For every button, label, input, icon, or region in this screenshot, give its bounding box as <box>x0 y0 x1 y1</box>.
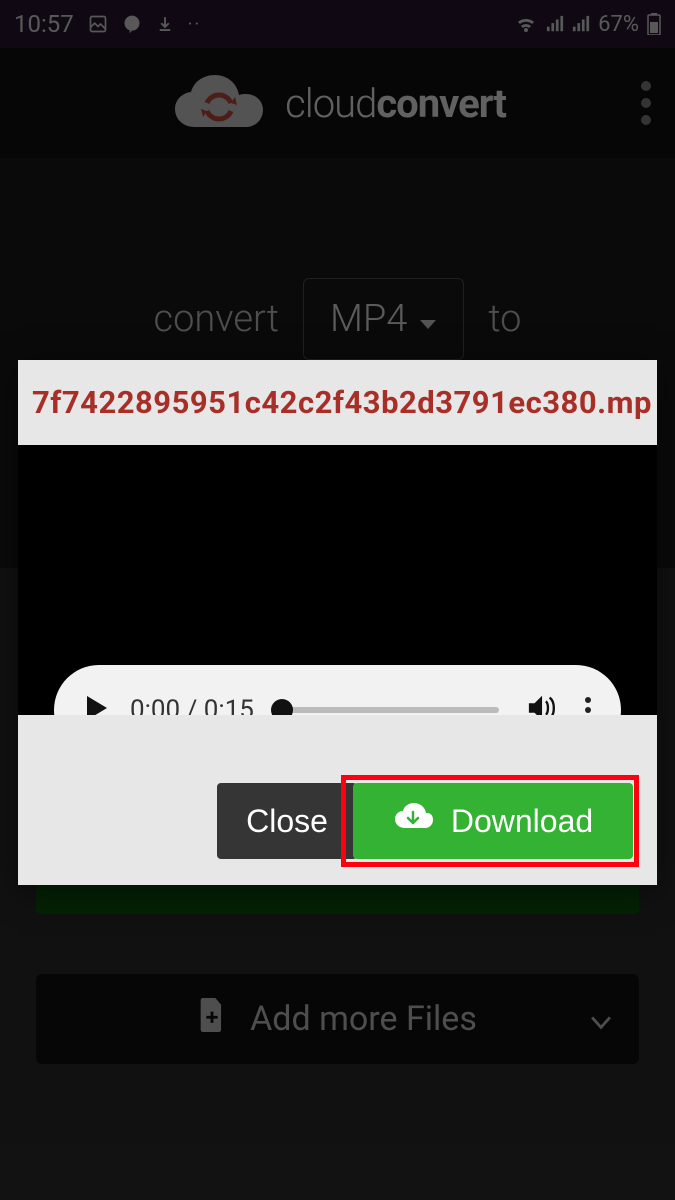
messenger-icon <box>122 14 142 34</box>
kebab-menu-icon[interactable] <box>641 81 651 125</box>
filename-label: 7f7422895951c42c2f43b2d3791ec380.mp <box>32 384 652 421</box>
close-button[interactable]: Close <box>217 783 357 859</box>
status-time: 10:57 <box>14 10 74 38</box>
status-more-icon: ·· <box>188 14 201 35</box>
brand-bold: convert <box>376 80 506 127</box>
convert-label: convert <box>154 297 279 341</box>
wifi-icon <box>514 14 538 34</box>
status-right: 67% <box>514 12 661 37</box>
volume-icon[interactable] <box>527 693 559 715</box>
modal-header: 7f7422895951c42c2f43b2d3791ec380.mp <box>18 360 657 445</box>
to-label: to <box>488 297 521 341</box>
download-label: Download <box>451 803 593 840</box>
download-modal: 7f7422895951c42c2f43b2d3791ec380.mp 0:00… <box>18 360 657 885</box>
player-time: 0:00 / 0:15 <box>130 695 254 715</box>
signal-icon-2 <box>572 15 590 33</box>
status-left: 10:57 ·· <box>14 10 201 38</box>
add-files-label: Add more Files <box>250 999 477 1039</box>
time-total: 0:15 <box>204 695 254 715</box>
brand-text: cloudconvert <box>285 80 506 127</box>
add-more-files-button[interactable]: Add more Files <box>36 974 639 1064</box>
chevron-down-icon <box>591 999 611 1039</box>
player-more-icon[interactable] <box>585 697 591 715</box>
seek-slider[interactable] <box>282 707 499 713</box>
cloud-refresh-icon <box>169 73 269 133</box>
android-status-bar: 10:57 ·· 67% <box>0 0 675 48</box>
play-icon[interactable] <box>84 694 110 715</box>
battery-pct: 67% <box>598 12 639 37</box>
format-value: MP4 <box>330 297 407 341</box>
signal-icon-1 <box>546 15 564 33</box>
close-label: Close <box>246 803 328 840</box>
format-dropdown[interactable]: MP4 <box>303 278 464 360</box>
brand-light: cloud <box>285 80 376 127</box>
chevron-down-icon <box>419 297 437 341</box>
file-plus-icon <box>198 998 226 1041</box>
modal-footer: Close Download <box>18 715 657 885</box>
app-header: cloudconvert <box>0 48 675 158</box>
convert-row: convert MP4 to <box>0 278 675 360</box>
battery-icon <box>647 13 661 35</box>
media-player-bar: 0:00 / 0:15 <box>54 665 621 715</box>
gallery-icon <box>88 14 108 34</box>
video-preview: 0:00 / 0:15 <box>18 445 657 715</box>
cloud-download-icon <box>393 802 433 840</box>
seek-thumb[interactable] <box>271 699 293 715</box>
time-current: 0:00 <box>130 695 180 715</box>
download-button[interactable]: Download <box>353 783 633 859</box>
brand-logo: cloudconvert <box>169 73 506 133</box>
download-icon <box>156 14 174 34</box>
